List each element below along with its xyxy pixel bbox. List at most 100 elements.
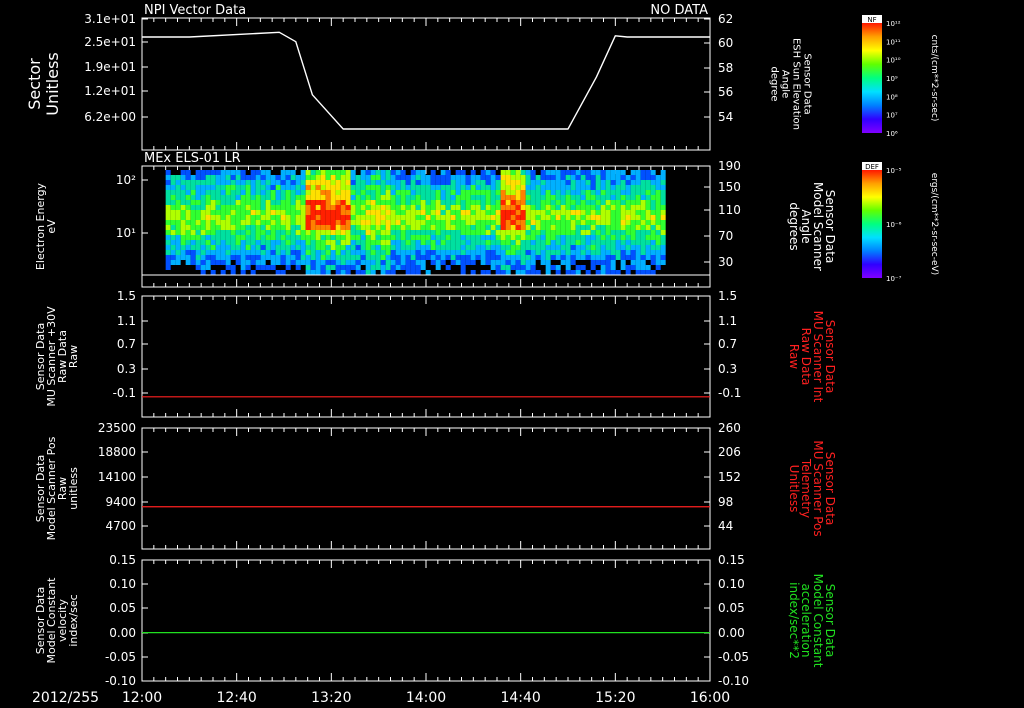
panel-title-left: NPI Vector Data <box>144 3 246 18</box>
spectrogram-cell <box>630 235 636 240</box>
spectrogram-cell <box>610 255 616 260</box>
spectrogram-cell <box>425 195 431 200</box>
spectrogram-cell <box>185 250 191 255</box>
spectrogram-cell <box>415 240 421 245</box>
spectrogram-cell <box>190 210 196 215</box>
spectrogram-cell <box>465 175 471 180</box>
spectrogram-cell <box>505 225 511 230</box>
spectrogram-cell <box>525 205 531 210</box>
spectrogram-cell <box>520 200 526 205</box>
spectrogram-cell <box>610 215 616 220</box>
spectrogram-cell <box>410 230 416 235</box>
spectrogram-cell <box>355 260 361 265</box>
spectrogram-cell <box>515 210 521 215</box>
spectrogram-cell <box>245 200 251 205</box>
spectrogram-cell <box>620 215 626 220</box>
spectrogram-cell <box>545 240 551 245</box>
spectrogram-cell <box>655 240 661 245</box>
spectrogram-cell <box>650 230 656 235</box>
right-tick-label: 54 <box>718 110 733 124</box>
spectrogram-cell <box>530 210 536 215</box>
spectrogram-cell <box>530 215 536 220</box>
spectrogram-cell <box>565 185 571 190</box>
spectrogram-cell <box>190 185 196 190</box>
spectrogram-cell <box>230 255 236 260</box>
spectrogram-cell <box>340 230 346 235</box>
spectrogram-cell <box>300 250 306 255</box>
spectrogram-cell <box>505 205 511 210</box>
spectrogram-cell <box>180 255 186 260</box>
spectrogram-cell <box>420 255 426 260</box>
spectrogram-cell <box>360 270 366 275</box>
spectrogram-cell <box>365 170 371 175</box>
spectrogram-cell <box>495 190 501 195</box>
spectrogram-cell <box>215 230 221 235</box>
spectrogram-cell <box>335 205 341 210</box>
spectrogram-cell <box>405 205 411 210</box>
spectrogram-cell <box>475 195 481 200</box>
spectrogram-cell <box>415 175 421 180</box>
spectrogram-cell <box>285 175 291 180</box>
spectrogram-cell <box>635 220 641 225</box>
spectrogram-cell <box>230 230 236 235</box>
spectrogram-cell <box>315 220 321 225</box>
spectrogram-cell <box>300 175 306 180</box>
spectrogram-cell <box>285 265 291 270</box>
spectrogram-cell <box>175 195 181 200</box>
spectrogram-cell <box>430 220 436 225</box>
spectrogram-cell <box>570 200 576 205</box>
spectrogram-cell <box>380 200 386 205</box>
spectrogram-cell <box>435 185 441 190</box>
spectrogram-cell <box>270 260 276 265</box>
spectrogram-cell <box>420 265 426 270</box>
spectrogram-cell <box>485 200 491 205</box>
spectrogram-cell <box>610 270 616 275</box>
spectrogram-cell <box>185 190 191 195</box>
spectrogram-cell <box>205 240 211 245</box>
spectrogram-cell <box>225 170 231 175</box>
spectrogram-cell <box>510 265 516 270</box>
spectrogram-cell <box>495 240 501 245</box>
spectrogram-cell <box>365 185 371 190</box>
spectrogram-cell <box>635 265 641 270</box>
spectrogram-cell <box>575 225 581 230</box>
spectrogram-cell <box>230 240 236 245</box>
spectrogram-cell <box>380 170 386 175</box>
spectrogram-cell <box>315 235 321 240</box>
spectrogram-cell <box>255 260 261 265</box>
spectrogram-cell <box>535 195 541 200</box>
spectrogram-cell <box>200 190 206 195</box>
spectrogram-cell <box>210 255 216 260</box>
spectrogram-cell <box>470 220 476 225</box>
spectrogram-cell <box>200 170 206 175</box>
spectrogram-cell <box>640 205 646 210</box>
left-tick-label: 0.00 <box>109 626 136 640</box>
spectrogram-cell <box>170 205 176 210</box>
spectrogram-cell <box>235 215 241 220</box>
spectrogram-cell <box>415 225 421 230</box>
spectrogram-cell <box>305 220 311 225</box>
spectrogram-cell <box>190 250 196 255</box>
spectrogram-cell <box>540 245 546 250</box>
spectrogram-cell <box>195 210 201 215</box>
spectrogram-cell <box>235 170 241 175</box>
spectrogram-cell <box>515 250 521 255</box>
spectrogram-cell <box>320 270 326 275</box>
spectrogram-cell <box>175 220 181 225</box>
spectrogram-cell <box>635 230 641 235</box>
spectrogram-cell <box>375 250 381 255</box>
spectrogram-cell <box>570 180 576 185</box>
spectrogram-cell <box>625 210 631 215</box>
spectrogram-cell <box>345 245 351 250</box>
spectrogram-cell <box>200 230 206 235</box>
spectrogram-cell <box>305 195 311 200</box>
spectrogram-cell <box>535 215 541 220</box>
spectrogram-cell <box>490 215 496 220</box>
spectrogram-cell <box>495 230 501 235</box>
spectrogram-cell <box>170 230 176 235</box>
spectrogram-cell <box>205 175 211 180</box>
spectrogram-cell <box>310 170 316 175</box>
left-tick-label: 1.5 <box>117 289 136 303</box>
spectrogram-cell <box>395 230 401 235</box>
spectrogram-cell <box>440 215 446 220</box>
